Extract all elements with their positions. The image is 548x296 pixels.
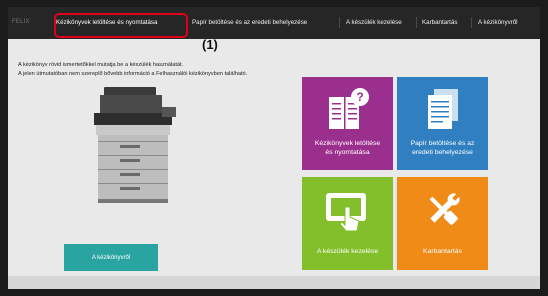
tile-label-line-2: eredeti behelyezése <box>412 149 473 156</box>
documents-icon <box>413 85 473 135</box>
tile-manuals-download[interactable]: ? Kézikönyvek letöltése és nyomtatása <box>302 77 393 170</box>
tile-operation[interactable]: A készülék kezelése <box>302 177 393 270</box>
tile-paper-loading[interactable]: Papír betöltése és az eredeti behelyezés… <box>397 77 488 170</box>
nav-separator <box>339 17 340 28</box>
manual-screen: FELIX Kézikönyvek letöltése és nyomtatás… <box>8 7 540 289</box>
tile-maintenance[interactable]: Karbantartás <box>397 177 488 270</box>
nav-item-about-manual[interactable]: A kézikönyvről <box>478 19 518 26</box>
tile-label: Kézikönyvek letöltése és nyomtatása <box>311 139 384 157</box>
highlight-frame <box>54 13 188 38</box>
manual-help-icon: ? <box>318 85 378 135</box>
intro-text: A kézikönyv rövid ismertetőkkel mutatja … <box>18 61 247 79</box>
nav-separator <box>416 17 417 28</box>
tile-label-line-1: Kézikönyvek letöltése <box>314 140 381 147</box>
tile-label-line-2: és nyomtatása <box>325 149 370 156</box>
about-manual-button[interactable]: A kézikönyvről <box>64 244 158 271</box>
bottom-bar <box>8 276 540 289</box>
brand-logo: FELIX <box>12 19 30 25</box>
step-callout: (1) <box>202 37 218 52</box>
device-bezel: FELIX Kézikönyvek letöltése és nyomtatás… <box>0 0 548 296</box>
tile-label: A készülék kezelése <box>316 248 379 255</box>
intro-line-1: A kézikönyv rövid ismertetőkkel mutatja … <box>18 62 184 68</box>
nav-item-paper-loading[interactable]: Papír betöltése és az eredeti behelyezés… <box>192 19 307 26</box>
svg-text:?: ? <box>356 90 363 104</box>
tile-label: Karbantartás <box>423 248 462 255</box>
touch-panel-icon <box>318 185 378 235</box>
nav-item-operation[interactable]: A készülék kezelése <box>346 19 402 26</box>
tile-label: Papír betöltése és az eredeti behelyezés… <box>407 139 479 157</box>
printer-illustration <box>94 87 176 203</box>
intro-line-2: A jelen útmutatóban nem szereplő bővebb … <box>18 71 248 77</box>
tile-label-line-1: Papír betöltése és az <box>410 140 475 147</box>
nav-separator <box>471 17 472 28</box>
tools-icon <box>413 185 473 235</box>
nav-item-maintenance[interactable]: Karbantartás <box>422 19 457 26</box>
